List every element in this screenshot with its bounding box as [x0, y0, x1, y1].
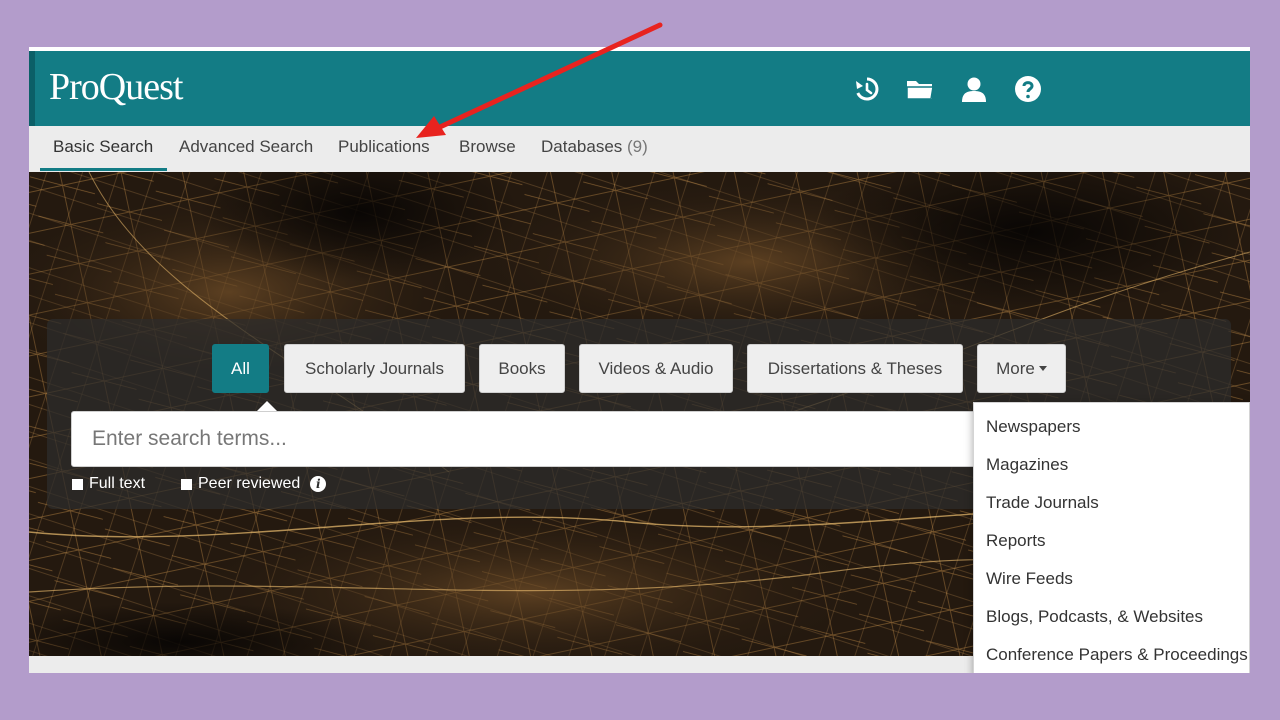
menu-item-wire-feeds[interactable]: Wire Feeds	[986, 569, 1073, 589]
active-tab-pointer	[257, 401, 277, 411]
menu-item-blogs-podcasts-websites[interactable]: Blogs, Podcasts, & Websites	[986, 607, 1203, 627]
caret-down-icon	[1038, 366, 1047, 371]
nav-browse[interactable]: Browse	[459, 137, 516, 157]
menu-item-conference-papers[interactable]: Conference Papers & Proceedings	[986, 645, 1248, 665]
browser-frame: ProQuest Basic Search Advanced Search Pu…	[29, 47, 1250, 673]
app-header: ProQuest	[29, 51, 1250, 126]
peer-reviewed-option: Peer reviewed i	[181, 475, 327, 493]
more-dropdown-menu: Newspapers Magazines Trade Journals Repo…	[973, 402, 1250, 673]
menu-item-newspapers[interactable]: Newspapers	[986, 417, 1081, 437]
tab-scholarly-journals[interactable]: Scholarly Journals	[284, 344, 465, 393]
info-icon[interactable]: i	[310, 476, 327, 492]
nav-basic-search[interactable]: Basic Search	[53, 137, 153, 157]
tab-dissertations-theses[interactable]: Dissertations & Theses	[747, 344, 963, 393]
folder-icon[interactable]	[904, 73, 936, 105]
tab-all[interactable]: All	[212, 344, 269, 393]
tab-more[interactable]: More	[977, 344, 1066, 393]
menu-item-trade-journals[interactable]: Trade Journals	[986, 493, 1099, 513]
full-text-option: Full text	[72, 475, 145, 493]
history-icon[interactable]	[850, 73, 882, 105]
search-nav: Basic Search Advanced Search Publication…	[29, 126, 1250, 172]
tab-videos-audio[interactable]: Videos & Audio	[579, 344, 733, 393]
full-text-checkbox[interactable]	[72, 478, 83, 490]
search-input[interactable]	[71, 411, 1071, 467]
full-text-label: Full text	[89, 475, 146, 492]
proquest-logo[interactable]: ProQuest	[49, 65, 183, 109]
nav-databases-label: Databases	[541, 137, 623, 156]
menu-item-magazines[interactable]: Magazines	[986, 455, 1068, 475]
peer-reviewed-checkbox[interactable]	[181, 478, 192, 490]
active-nav-underline	[40, 168, 167, 171]
nav-databases-count: (9)	[627, 137, 648, 156]
peer-reviewed-label: Peer reviewed	[198, 475, 301, 492]
nav-publications[interactable]: Publications	[338, 137, 430, 157]
nav-databases[interactable]: Databases (9)	[541, 137, 648, 157]
nav-advanced-search[interactable]: Advanced Search	[179, 137, 313, 157]
user-icon[interactable]	[958, 73, 990, 105]
help-icon[interactable]	[1012, 73, 1044, 105]
tab-books[interactable]: Books	[479, 344, 565, 393]
header-toolbar	[850, 73, 1044, 105]
tab-more-label: More	[996, 358, 1035, 378]
menu-item-reports[interactable]: Reports	[986, 531, 1046, 551]
